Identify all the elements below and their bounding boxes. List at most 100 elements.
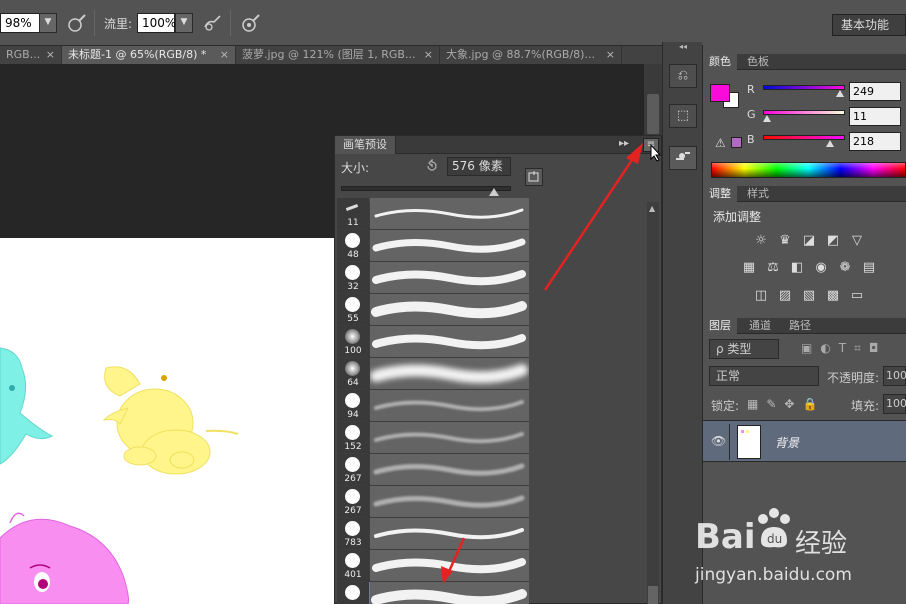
- tab-adjustments[interactable]: 调整: [703, 186, 737, 202]
- add-adjustment-title: 添加调整: [713, 210, 762, 224]
- layer-opacity-field[interactable]: 100: [883, 366, 906, 386]
- brush-tip-thumbnail: 55: [337, 294, 369, 325]
- brush-tip-shape: [345, 521, 360, 536]
- selective-color-icon[interactable]: ▩: [825, 288, 841, 304]
- scrollbar-thumb[interactable]: [647, 94, 659, 134]
- foreground-color-swatch[interactable]: [710, 84, 730, 102]
- opacity-dropdown[interactable]: ▼: [39, 13, 57, 33]
- levels-icon[interactable]: ♛: [777, 233, 793, 249]
- flow-label: 流里:: [104, 17, 133, 31]
- exposure-icon[interactable]: ◩: [825, 233, 841, 249]
- visibility-eye-icon[interactable]: 👁: [711, 434, 726, 448]
- tab-document-elephant[interactable]: 大象.jpg @ 88.7%(RGB/8)... ×: [440, 46, 622, 64]
- brush-tip-thumbnail: 32: [337, 262, 369, 293]
- reset-size-icon[interactable]: [425, 158, 439, 173]
- lock-icons[interactable]: ▦✎✥🔒: [747, 397, 825, 411]
- layer-row-background[interactable]: 👁 背景: [703, 420, 906, 462]
- gamut-color-swatch[interactable]: [731, 137, 742, 148]
- brush-size-label: 152: [344, 442, 362, 452]
- spectrum-shading: [712, 163, 905, 177]
- layer-name[interactable]: 背景: [775, 434, 799, 451]
- black-white-icon[interactable]: ◧: [789, 260, 805, 276]
- blend-mode-dropdown[interactable]: 正常: [709, 366, 819, 386]
- hue-saturation-icon[interactable]: ▦: [741, 260, 757, 276]
- vibrance-icon[interactable]: ▽: [849, 233, 865, 249]
- brush-size-label: 64: [347, 378, 359, 388]
- tab-color[interactable]: 颜色: [703, 54, 737, 70]
- color-lookup-icon[interactable]: ▤: [861, 260, 877, 276]
- tab-document-pineapple[interactable]: 菠萝.jpg @ 121% (图层 1, RGB... ×: [236, 46, 440, 64]
- layer-filter-icons[interactable]: ▣◐T⌗◘: [801, 341, 901, 356]
- color-balance-icon[interactable]: ⚖: [765, 260, 781, 276]
- g-slider-handle[interactable]: [763, 115, 771, 122]
- r-value-field[interactable]: 249: [849, 82, 901, 101]
- tab-styles[interactable]: 样式: [741, 186, 775, 202]
- close-icon[interactable]: ×: [606, 46, 615, 64]
- thumb-dot: [746, 430, 749, 433]
- opacity-field[interactable]: 98%: [0, 13, 40, 33]
- b-value-field[interactable]: 218: [849, 132, 901, 151]
- r-slider[interactable]: [763, 85, 845, 90]
- tab-layers[interactable]: 图层: [703, 318, 737, 334]
- thumb-dot: [741, 430, 744, 433]
- b-slider-handle[interactable]: [826, 140, 834, 147]
- brush-tip-shape: [345, 265, 360, 280]
- flow-field[interactable]: 100%: [137, 13, 176, 33]
- tab-channels[interactable]: 通道: [743, 318, 777, 334]
- channel-mixer-icon[interactable]: ❁: [837, 260, 853, 276]
- brush-tip-thumbnail: 267: [337, 486, 369, 517]
- pressure-opacity-icon[interactable]: [66, 12, 88, 34]
- history-icon[interactable]: ⎌: [669, 64, 697, 88]
- tab-document-0[interactable]: RGB... ×: [0, 46, 62, 64]
- brush-tip-thumbnail: 48: [337, 230, 369, 261]
- pressure-size-icon[interactable]: [240, 12, 262, 34]
- airbrush-icon[interactable]: [202, 12, 224, 34]
- brush-size-label: 11: [347, 218, 359, 228]
- warning-icon[interactable]: ⚠: [715, 136, 726, 150]
- color-spectrum-bar[interactable]: [711, 162, 906, 178]
- invert-icon[interactable]: ◫: [753, 288, 769, 304]
- g-value-field[interactable]: 11: [849, 107, 901, 126]
- tab-brush-presets[interactable]: 画笔预设: [335, 136, 396, 154]
- photo-filter-icon[interactable]: ◉: [813, 260, 829, 276]
- curves-icon[interactable]: ◪: [801, 233, 817, 249]
- lock-label: 锁定:: [711, 399, 740, 413]
- opacity-label: 不透明度:: [827, 371, 880, 385]
- brush-tip-thumbnail: 94: [337, 390, 369, 421]
- close-icon[interactable]: ×: [46, 46, 55, 64]
- brush-size-label: 32: [347, 282, 359, 292]
- r-slider-handle[interactable]: [836, 90, 844, 97]
- size-label: 大小:: [341, 161, 370, 175]
- fill-field[interactable]: 100: [883, 394, 906, 414]
- brush-size-label: 55: [347, 314, 359, 324]
- mouse-cursor-icon: [650, 144, 662, 162]
- g-slider[interactable]: [763, 110, 845, 115]
- collapse-icon[interactable]: ◂◂: [671, 42, 695, 52]
- tab-swatches[interactable]: 色板: [741, 54, 775, 70]
- brightness-icon[interactable]: ☼: [753, 233, 769, 249]
- brush-panel-icon[interactable]: [669, 146, 697, 170]
- close-icon[interactable]: ×: [220, 46, 229, 64]
- tab-paths[interactable]: 路径: [783, 318, 817, 334]
- tab-document-untitled[interactable]: 未标题-1 @ 65%(RGB/8) * ×: [62, 46, 236, 64]
- document-canvas[interactable]: [0, 238, 336, 604]
- brush-tip-shape: [345, 585, 360, 600]
- layer-thumbnail[interactable]: [737, 425, 761, 459]
- brush-tip-shape: [345, 393, 360, 408]
- workspace-switcher[interactable]: 基本功能: [832, 14, 906, 36]
- threshold-icon[interactable]: ▧: [801, 288, 817, 304]
- brush-tip-shape: [345, 204, 359, 211]
- gradient-map-icon[interactable]: ▭: [849, 288, 865, 304]
- brush-size-label: 783: [344, 538, 362, 548]
- posterize-icon[interactable]: ▨: [777, 288, 793, 304]
- flow-dropdown[interactable]: ▼: [175, 13, 193, 33]
- brush-tip-thumbnail: 267: [337, 454, 369, 485]
- brush-tip-shape: [345, 233, 360, 248]
- brush-tip-thumbnail: 100: [337, 326, 369, 357]
- close-icon[interactable]: ×: [424, 46, 433, 64]
- separator: [729, 424, 730, 460]
- brush-tip-thumbnail: [337, 582, 369, 604]
- layer-filter-dropdown[interactable]: ρ 类型: [709, 339, 779, 359]
- 3d-cube-icon[interactable]: ⬚: [669, 104, 697, 128]
- channel-g-label: G: [747, 108, 756, 121]
